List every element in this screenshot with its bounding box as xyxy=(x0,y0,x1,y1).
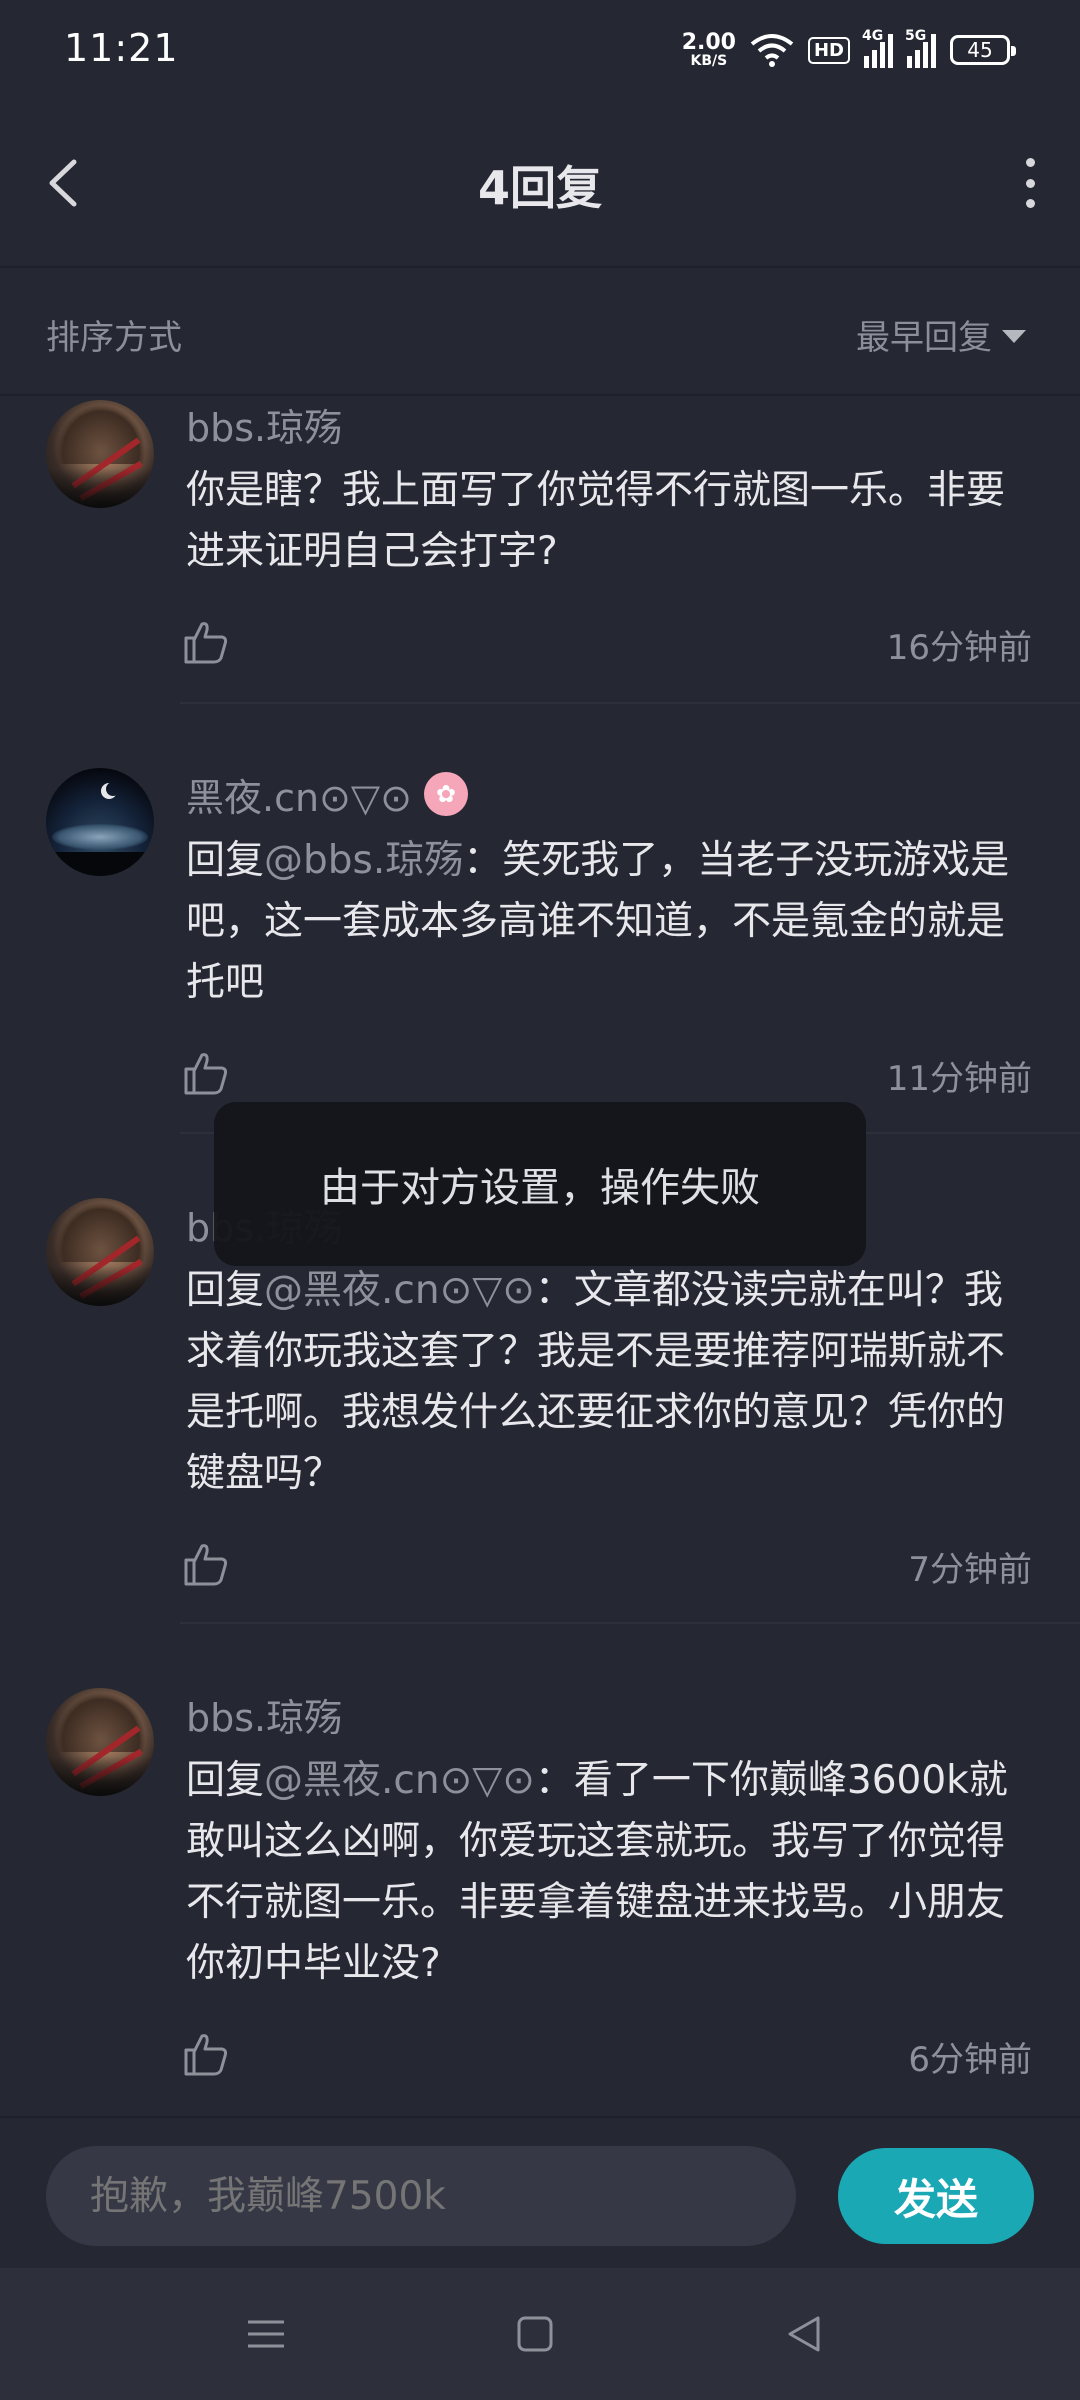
divider xyxy=(180,702,1080,704)
sort-selected-value: 最早回复 xyxy=(856,318,992,358)
reply-prefix: 回复 xyxy=(186,1268,265,1313)
wifi-icon xyxy=(750,34,794,67)
status-time: 11:21 xyxy=(64,26,179,70)
divider xyxy=(180,1622,1080,1624)
signal-5g-label: 5G xyxy=(905,28,927,44)
reply-mention[interactable]: @黑夜.cn⊙▽⊙ xyxy=(264,1758,535,1803)
toast-message: 由于对方设置，操作失败 xyxy=(214,1102,866,1266)
signal-5g-icon: 5G xyxy=(905,28,936,68)
reply-content[interactable]: 你是瞎？我上面写了你觉得不行就图一乐。非要进来证明自己会打字? xyxy=(186,460,1032,582)
sort-label: 排序方式 xyxy=(46,318,182,358)
signal-4g-label: 4G xyxy=(862,28,884,44)
hd-badge: HD xyxy=(807,36,850,64)
reply-input[interactable] xyxy=(46,2146,796,2246)
more-vertical-icon xyxy=(1025,158,1035,167)
reply-time: 11分钟前 xyxy=(886,1059,1032,1099)
reply-time: 16分钟前 xyxy=(886,628,1032,668)
status-bar: 11:21 2.00 KB/S HD 4G 5G 45 xyxy=(0,0,1080,100)
menu-icon xyxy=(248,2320,284,2348)
avatar[interactable] xyxy=(46,1688,154,1796)
avatar[interactable] xyxy=(46,768,154,876)
caret-down-icon xyxy=(1002,330,1026,343)
thumbs-up-icon[interactable] xyxy=(182,1049,230,1097)
reply-input-bar: 发送 xyxy=(0,2116,1080,2270)
send-button[interactable]: 发送 xyxy=(838,2148,1034,2244)
network-speed: 2.00 KB/S xyxy=(681,30,736,69)
page-title: 4回复 xyxy=(477,161,602,215)
signal-4g-icon: 4G xyxy=(862,28,893,68)
network-speed-unit: KB/S xyxy=(690,53,728,69)
screen: 11:21 2.00 KB/S HD 4G 5G 45 4回复 排序方式 最早回… xyxy=(0,0,1080,2400)
reply-content[interactable]: 回复@bbs.琼殇：笑死我了，当老子没玩游戏是吧，这一套成本多高谁不知道，不是氪… xyxy=(186,830,1032,1013)
avatar[interactable] xyxy=(46,1198,154,1306)
thumbs-up-icon[interactable] xyxy=(182,618,230,666)
sort-bar: 排序方式 最早回复 xyxy=(0,268,1080,396)
reply-mention[interactable]: @黑夜.cn⊙▽⊙ xyxy=(264,1268,535,1313)
reply-time: 6分钟前 xyxy=(908,2040,1032,2080)
more-options-button[interactable] xyxy=(1010,158,1050,208)
battery-level: 45 xyxy=(967,38,993,62)
nav-home-button[interactable] xyxy=(505,2304,565,2364)
reply-author[interactable]: bbs.琼殇 xyxy=(186,397,342,452)
reply-text: 你是瞎？我上面写了你觉得不行就图一乐。非要进来证明自己会打字? xyxy=(186,468,1006,574)
home-square-icon xyxy=(517,2316,553,2352)
reply-prefix: 回复 xyxy=(186,1758,265,1803)
sort-dropdown[interactable]: 最早回复 xyxy=(856,310,1026,359)
reply-content[interactable]: 回复@黑夜.cn⊙▽⊙：文章都没读完就在叫？我求着你玩我这套了？我是不是要推荐阿… xyxy=(186,1260,1032,1504)
system-nav-bar xyxy=(0,2268,1080,2400)
reply-author[interactable]: bbs.琼殇 xyxy=(186,1687,342,1742)
avatar[interactable] xyxy=(46,400,154,508)
nav-menu-button[interactable] xyxy=(236,2304,296,2364)
back-triangle-icon xyxy=(788,2316,820,2352)
reply-author[interactable]: 黑夜.cn⊙▽⊙ xyxy=(186,767,412,822)
thumbs-up-icon[interactable] xyxy=(182,2030,230,2078)
header: 4回复 xyxy=(0,100,1080,268)
user-badge-icon: ✿ xyxy=(423,772,468,816)
reply-time: 7分钟前 xyxy=(908,1550,1032,1590)
battery-icon: 45 xyxy=(950,35,1016,65)
network-speed-value: 2.00 xyxy=(681,30,736,55)
nav-back-button[interactable] xyxy=(774,2304,834,2364)
reply-mention[interactable]: @bbs.琼殇 xyxy=(264,838,463,883)
reply-content[interactable]: 回复@黑夜.cn⊙▽⊙：看了一下你巅峰3600k就敢叫这么凶啊，你爱玩这套就玩。… xyxy=(186,1750,1032,1994)
status-icons: 2.00 KB/S HD 4G 5G 45 xyxy=(681,28,1016,72)
reply-prefix: 回复 xyxy=(186,838,265,883)
thumbs-up-icon[interactable] xyxy=(182,1540,230,1588)
